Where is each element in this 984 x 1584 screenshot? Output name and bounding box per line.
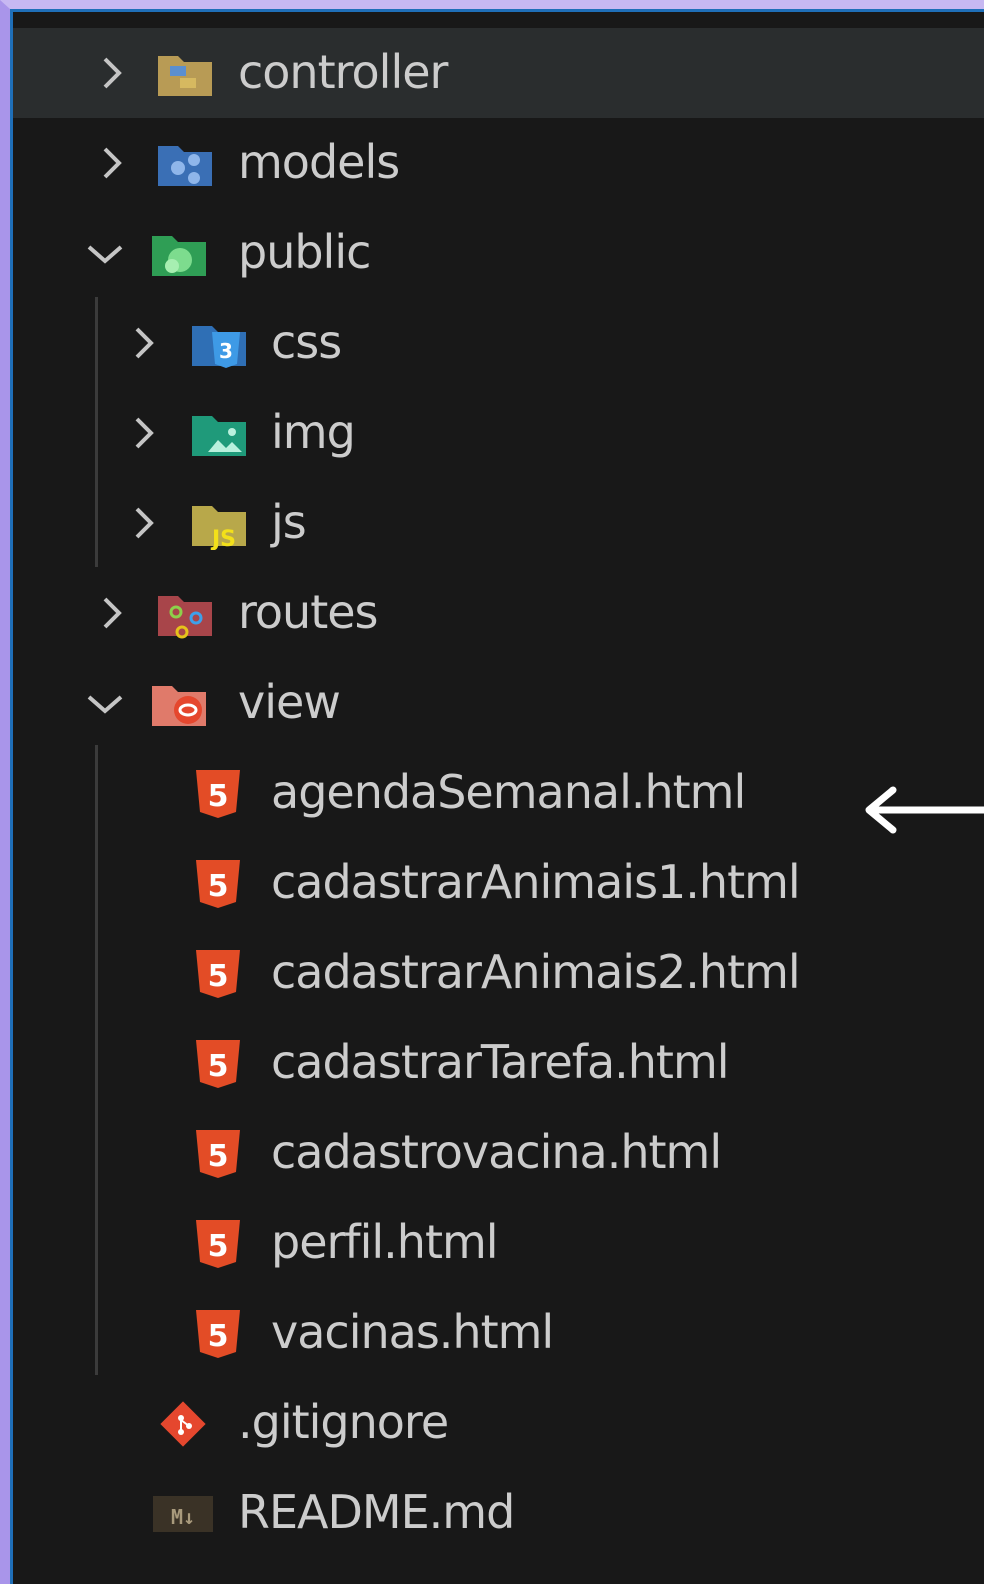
tree-item-label: js: [271, 495, 307, 549]
svg-text:5: 5: [208, 1139, 229, 1174]
tree-item-readme[interactable]: M↓ README.md: [13, 1468, 984, 1558]
chevron-down-icon[interactable]: [85, 685, 125, 721]
html5-icon: 5: [196, 860, 240, 908]
html5-icon: 5: [196, 1040, 240, 1088]
tree-item-label: agendaSemanal.html: [271, 765, 746, 819]
tree-item-js[interactable]: JS js: [13, 478, 984, 568]
folder-public-icon: [152, 236, 206, 276]
tree-item-label: public: [238, 225, 371, 279]
svg-text:JS: JS: [210, 527, 236, 550]
tree-item-view[interactable]: view: [13, 658, 984, 748]
annotation-line: d: [947, 1140, 984, 1234]
folder-js-icon: JS: [192, 506, 246, 550]
chevron-right-icon[interactable]: [93, 145, 133, 181]
chevron-right-icon[interactable]: [93, 55, 133, 91]
tree-item-label: routes: [238, 585, 379, 639]
tree-item-label: cadastrarTarefa.html: [271, 1035, 730, 1089]
file-explorer-panel: controller models public 3 css img JS js…: [10, 9, 984, 1584]
git-icon: [160, 1401, 206, 1447]
tree-item-label: perfil.html: [271, 1215, 499, 1269]
annotation-line: s: [970, 1234, 984, 1328]
chevron-right-icon[interactable]: [93, 595, 133, 631]
tree-item-label: cadastrarAnimais2.html: [271, 945, 801, 999]
html5-icon: 5: [196, 770, 240, 818]
folder-views-icon: [152, 686, 206, 726]
svg-text:5: 5: [208, 959, 229, 994]
svg-text:M↓: M↓: [171, 1505, 195, 1529]
markdown-icon: M↓: [153, 1496, 213, 1532]
chevron-right-icon[interactable]: [125, 505, 165, 541]
folder-routes-icon: [158, 596, 212, 639]
chevron-down-icon[interactable]: [85, 235, 125, 271]
folder-models-icon: [158, 146, 212, 186]
tree-item-label: img: [271, 405, 356, 459]
chevron-right-icon[interactable]: [125, 325, 165, 361]
svg-text:5: 5: [208, 1049, 229, 1084]
html5-icon: 5: [196, 1310, 240, 1358]
tree-item-label: vacinas.html: [271, 1305, 554, 1359]
tree-item-img[interactable]: img: [13, 388, 984, 478]
annotation-line: voc: [933, 952, 984, 1046]
tree-item-label: models: [238, 135, 400, 189]
tree-item-public[interactable]: public: [13, 208, 984, 298]
html5-icon: 5: [196, 1130, 240, 1178]
svg-text:5: 5: [208, 1229, 229, 1264]
svg-text:5: 5: [208, 779, 229, 814]
svg-text:5: 5: [208, 869, 229, 904]
tree-item-gitignore[interactable]: .gitignore: [13, 1378, 984, 1468]
tree-item-label: README.md: [238, 1485, 515, 1539]
screenshot-frame: controller models public 3 css img JS js…: [0, 0, 984, 1584]
folder-images-icon: [192, 416, 246, 456]
folder-controller-icon: [158, 56, 212, 96]
chevron-right-icon[interactable]: [125, 415, 165, 451]
tree-item-css[interactable]: 3 css: [13, 298, 984, 388]
tree-item-label: view: [238, 675, 341, 729]
html5-icon: 5: [196, 950, 240, 998]
svg-text:3: 3: [219, 339, 233, 363]
tree-item-models[interactable]: models: [13, 118, 984, 208]
tree-item-label: css: [271, 315, 342, 369]
annotation-line: para: [926, 1046, 984, 1140]
tree-item-controller[interactable]: controller: [13, 28, 984, 118]
tree-item-routes[interactable]: routes: [13, 568, 984, 658]
tree-item-label: cadastrarAnimais1.html: [271, 855, 801, 909]
tree-item-label: controller: [238, 45, 448, 99]
html5-icon: 5: [196, 1220, 240, 1268]
svg-text:5: 5: [208, 1319, 229, 1354]
tree-item-label: .gitignore: [238, 1395, 449, 1449]
folder-css-icon: 3: [192, 326, 246, 368]
annotation-line: An: [949, 858, 984, 952]
tree-item-label: cadastrovacina.html: [271, 1125, 722, 1179]
annotation-text: An voc para d s: [833, 772, 984, 1328]
